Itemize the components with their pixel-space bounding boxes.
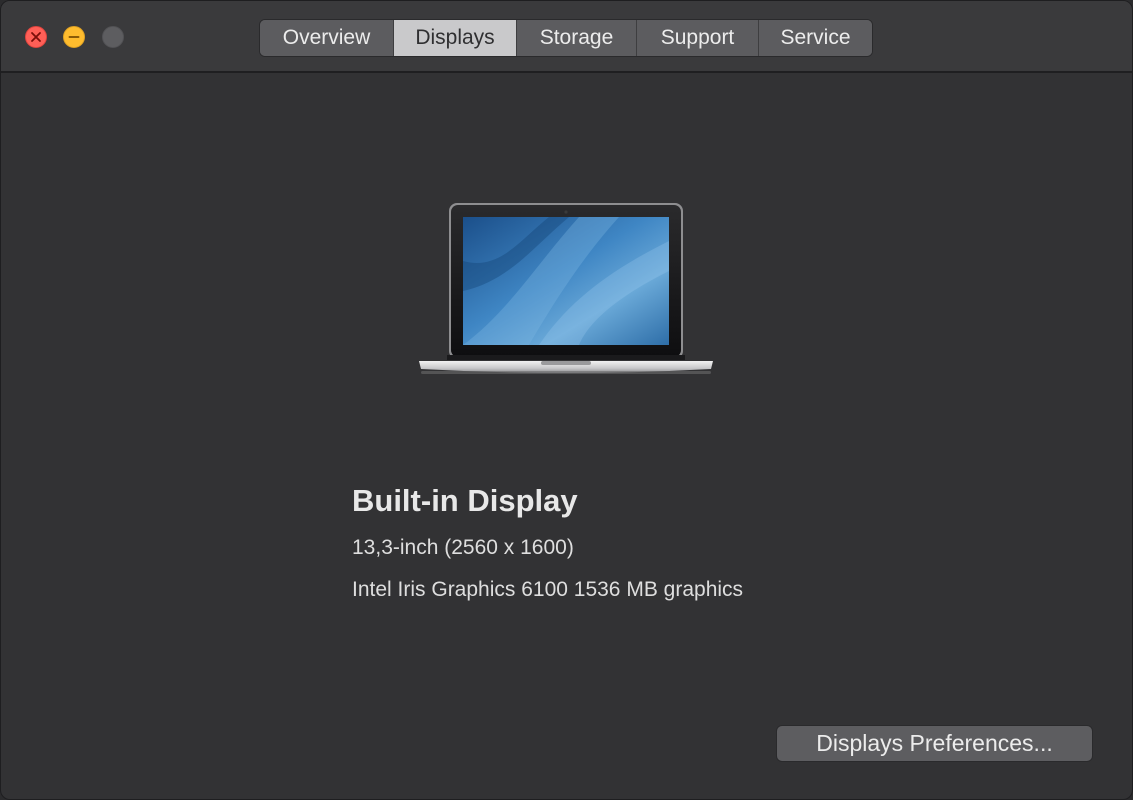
minimize-icon xyxy=(68,36,80,38)
zoom-button[interactable] xyxy=(102,26,124,48)
titlebar: Overview Displays Storage Support Servic… xyxy=(1,1,1132,73)
display-info: Built-in Display 13,3-inch (2560 x 1600)… xyxy=(352,479,743,605)
close-icon xyxy=(31,32,41,42)
tab-service[interactable]: Service xyxy=(759,20,872,56)
minimize-button[interactable] xyxy=(63,26,85,48)
tab-displays[interactable]: Displays xyxy=(394,20,517,56)
tab-support[interactable]: Support xyxy=(637,20,759,56)
macbook-pro-icon xyxy=(419,203,713,374)
about-this-mac-window: Overview Displays Storage Support Servic… xyxy=(0,0,1133,800)
display-graphics: Intel Iris Graphics 6100 1536 MB graphic… xyxy=(352,578,744,601)
displays-preferences-button[interactable]: Displays Preferences... xyxy=(776,725,1093,762)
display-size: 13,3-inch (2560 x 1600) xyxy=(352,536,574,559)
tab-overview[interactable]: Overview xyxy=(260,20,394,56)
tab-bar: Overview Displays Storage Support Servic… xyxy=(259,19,873,57)
close-button[interactable] xyxy=(25,26,47,48)
display-title: Built-in Display xyxy=(352,483,578,518)
tab-storage[interactable]: Storage xyxy=(517,20,637,56)
